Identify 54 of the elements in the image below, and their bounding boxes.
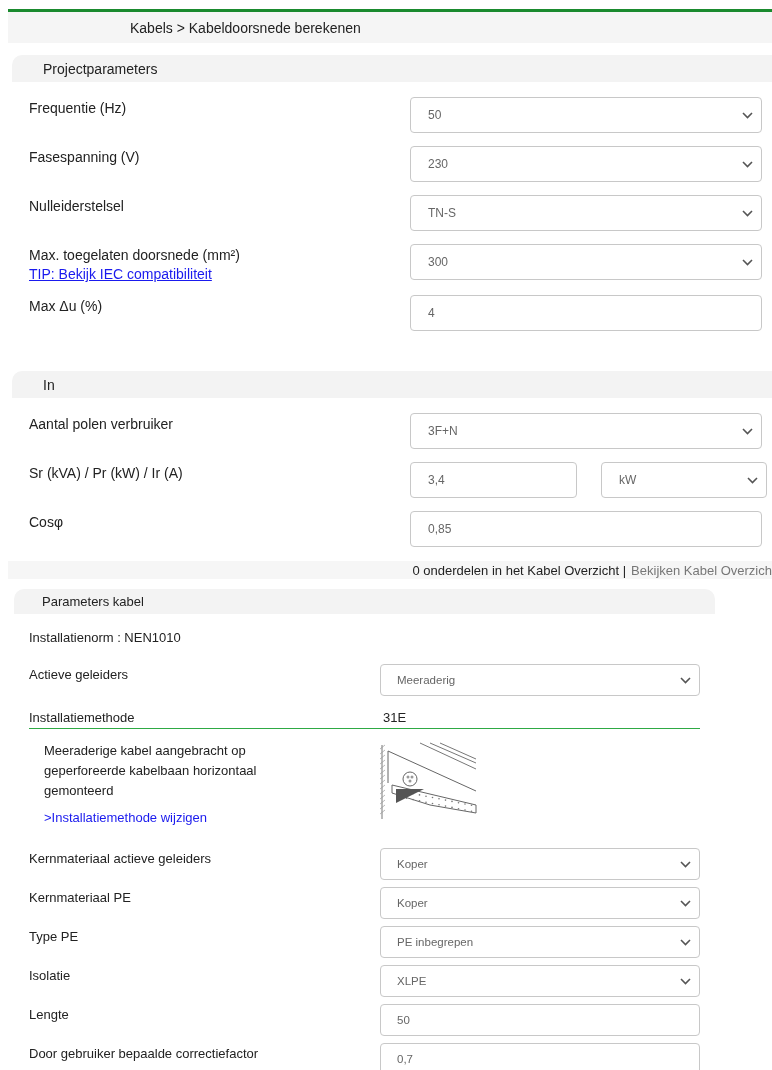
- overview-count: 0 onderdelen in het Kabel Overzicht |: [412, 562, 627, 578]
- select-field[interactable]: 230: [410, 146, 762, 182]
- input-field[interactable]: 50: [380, 1004, 700, 1036]
- chevron-down-icon: [742, 258, 753, 266]
- chevron-down-icon: [747, 476, 758, 484]
- chevron-down-icon: [680, 977, 691, 985]
- field-label: Frequentie (Hz): [29, 100, 128, 116]
- chevron-down-icon: [742, 209, 753, 217]
- select-field[interactable]: Koper: [380, 848, 700, 880]
- field-label: Isolatie: [29, 967, 71, 983]
- section-title: In: [43, 376, 55, 393]
- field-label: Cosφ: [29, 514, 64, 530]
- installation-norm: Installatienorm : NEN1010: [29, 630, 182, 647]
- section-title: Projectparameters: [43, 60, 158, 77]
- select-field[interactable]: 300: [410, 244, 762, 280]
- method-description: Meeraderige kabel aangebracht op geperforeerde kabelbaan horizontaal gemonteerd: [44, 742, 258, 800]
- method-value: 31E: [383, 710, 407, 725]
- chevron-down-icon: [680, 899, 691, 907]
- select-field[interactable]: XLPE: [380, 965, 700, 997]
- input-field[interactable]: 4: [410, 295, 762, 331]
- field-label: Nulleiderstelsel: [29, 198, 125, 214]
- input-field[interactable]: 0,85: [410, 511, 762, 547]
- field-label: Lengte: [29, 1006, 69, 1022]
- field-label: Max Δu (%): [29, 298, 104, 314]
- field-label: Sr (kVA) / Pr (kW) / Ir (A): [29, 465, 184, 481]
- field-label: Actieve geleiders: [29, 666, 128, 682]
- select-field[interactable]: PE inbegrepen: [380, 926, 700, 958]
- chevron-down-icon: [680, 860, 691, 868]
- chevron-down-icon: [742, 427, 753, 435]
- select-field[interactable]: kW: [601, 462, 767, 498]
- chevron-down-icon: [742, 111, 753, 119]
- field-label: Fasespanning (V): [29, 149, 141, 165]
- field-label: Type PE: [29, 928, 79, 944]
- field-label: Aantal polen verbruiker: [29, 416, 174, 432]
- select-field[interactable]: TN-S: [410, 195, 762, 231]
- section-title: Parameters kabel: [42, 594, 144, 609]
- select-field[interactable]: 50: [410, 97, 762, 133]
- chevron-down-icon: [742, 160, 753, 168]
- field-label: Kernmateriaal actieve geleiders: [29, 850, 212, 866]
- change-method-link[interactable]: >Installatiemethode wijzigen: [44, 810, 207, 825]
- method-label: Installatiemethode: [29, 710, 136, 725]
- input-field[interactable]: 0,7: [380, 1043, 700, 1070]
- field-label: Kernmateriaal PE: [29, 889, 131, 905]
- chevron-down-icon: [680, 938, 691, 946]
- input-field[interactable]: 3,4: [410, 462, 577, 498]
- select-field[interactable]: Meeraderig: [380, 664, 700, 696]
- field-label: Max. toegelaten doorsnede (mm²): [29, 247, 241, 263]
- field-label: Door gebruiker bepaalde correctiefactor: [29, 1045, 259, 1061]
- overview-link[interactable]: Bekijken Kabel Overzich: [631, 562, 772, 578]
- breadcrumb: Kabels > Kabeldoorsnede berekenen: [130, 19, 361, 36]
- select-field[interactable]: 3F+N: [410, 413, 762, 449]
- chevron-down-icon: [680, 676, 691, 684]
- select-field[interactable]: Koper: [380, 887, 700, 919]
- tip-link[interactable]: TIP: Bekijk IEC compatibiliteit: [29, 266, 410, 282]
